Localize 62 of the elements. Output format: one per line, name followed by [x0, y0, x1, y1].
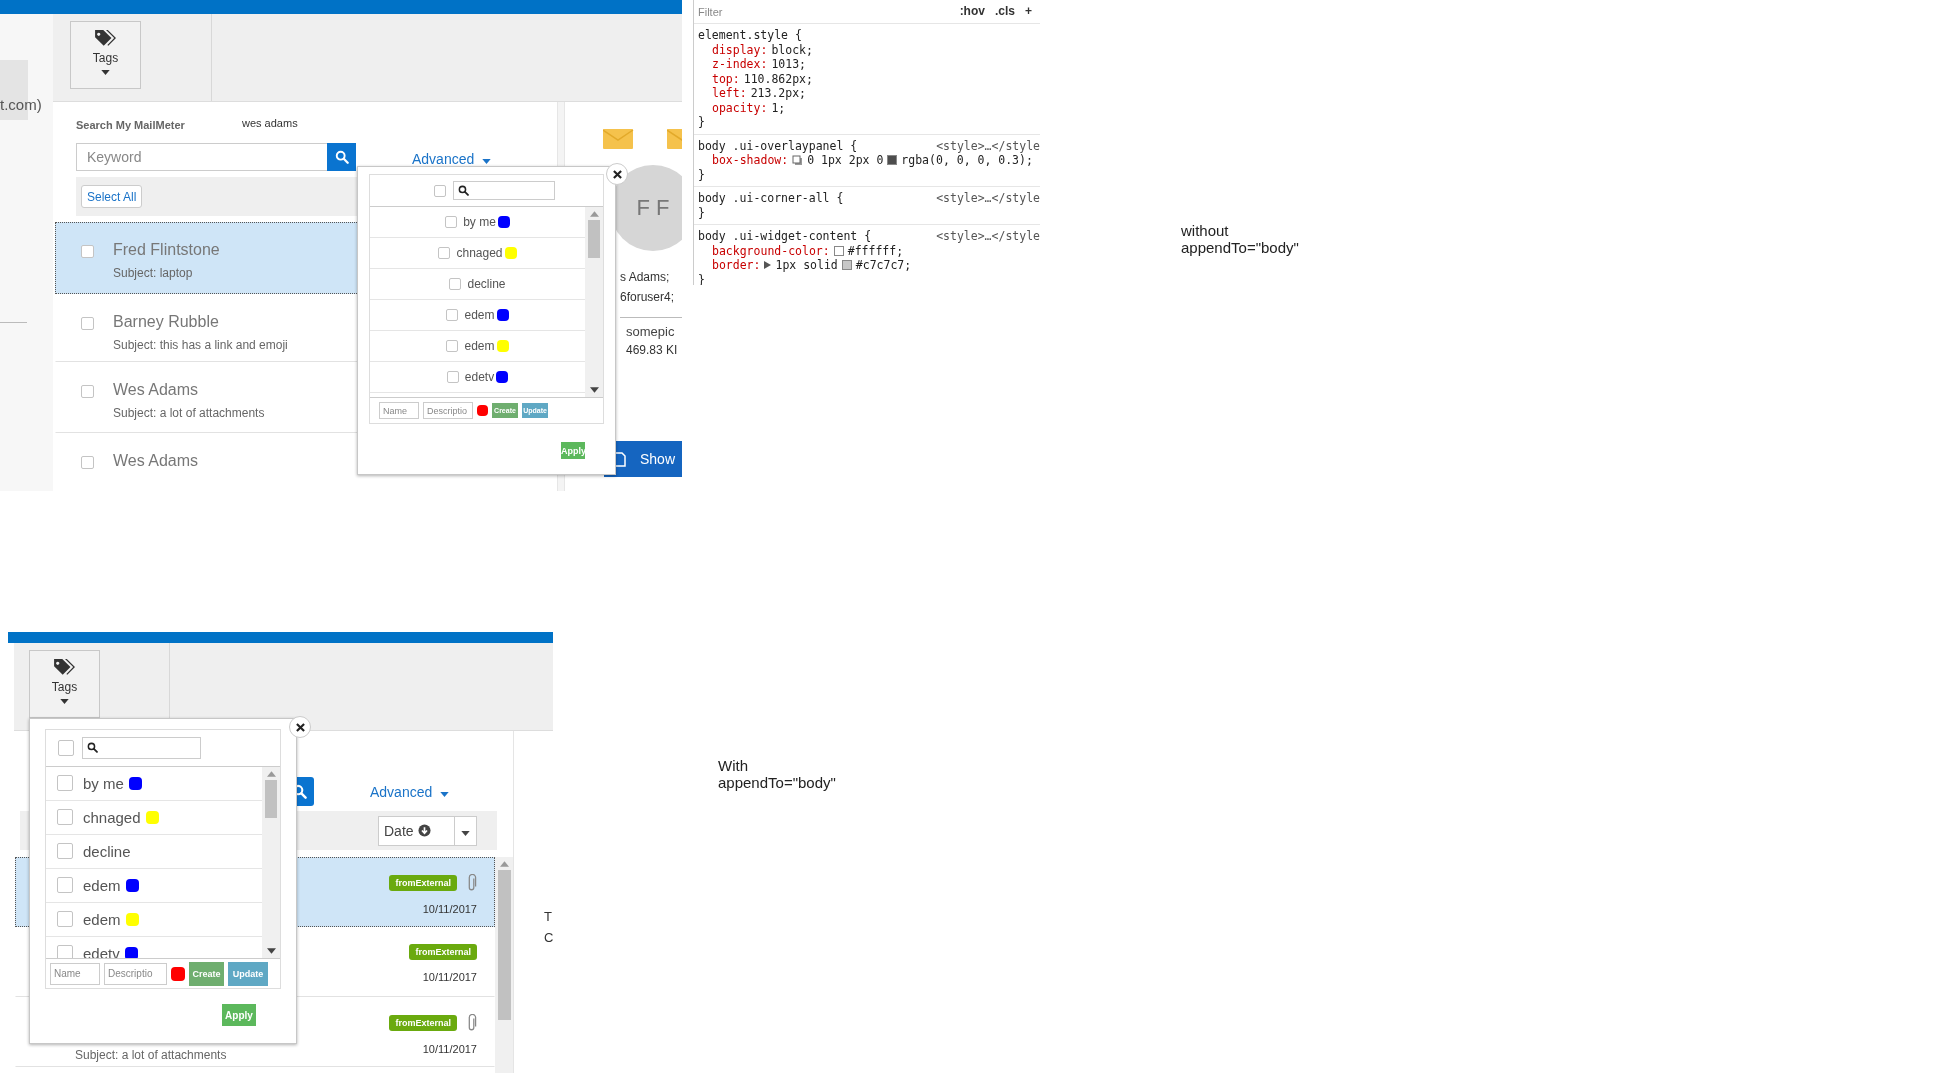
recipient-text: 6foruser4; — [620, 289, 676, 306]
recipient-text: s Adams; — [620, 269, 671, 286]
message-subject: Subject: a lot of attachments — [113, 406, 265, 420]
css-value: 1013; — [771, 57, 806, 72]
css-brace: } — [698, 115, 705, 129]
css-selector: body .ui-corner-all { — [698, 191, 844, 206]
sender-name: Barney Rubble — [113, 313, 220, 331]
annotation-text: without appendTo="body" — [1181, 222, 1299, 256]
tag-badge: fromExternal — [389, 1015, 457, 1031]
tag-label: edetv — [83, 944, 120, 959]
css-value: block; — [771, 42, 813, 57]
tag-label: edetv — [464, 370, 495, 384]
tags-label: Tags — [51, 680, 78, 694]
tag-label: edem — [83, 876, 121, 894]
css-brace: } — [698, 205, 705, 220]
css-value: #c7c7c7; — [855, 258, 912, 273]
tag-label: decline — [83, 842, 131, 860]
css-property: opacity: — [712, 100, 768, 115]
message-subject: Subject: laptop — [113, 266, 194, 280]
css-value: 213.2px; — [750, 86, 806, 101]
search-query: wes adams — [242, 117, 298, 131]
css-selector: element.style { — [698, 28, 802, 43]
tag-label: chnaged — [83, 808, 141, 826]
css-property: top: — [712, 71, 740, 86]
sender-name: Wes Adams — [113, 452, 199, 470]
tag-label: chnaged — [456, 246, 503, 260]
attachment-size: 469.83 KI — [626, 343, 679, 357]
annotation-text: With appendTo="body" — [718, 757, 836, 791]
css-brace: } — [698, 272, 705, 285]
tag-badge: fromExternal — [409, 944, 477, 960]
css-property: display: — [712, 42, 768, 57]
css-value: 0 1px 2px 0 — [807, 153, 884, 168]
css-value: 1; — [771, 100, 786, 115]
tags-label: Tags — [92, 51, 119, 65]
css-property: border: — [712, 258, 761, 273]
sender-name: Wes Adams — [113, 381, 200, 399]
css-property: z-index: — [712, 57, 768, 72]
search-title: Search My MailMeter — [76, 119, 186, 131]
message-subject: Subject: this has a link and emoji — [113, 338, 288, 352]
css-value: rgba(0, 0, 0, 0.3); — [901, 153, 1033, 168]
css-selector: body .ui-overlaypanel { — [698, 138, 858, 153]
css-property: left: — [712, 86, 747, 101]
tag-label: decline — [467, 277, 506, 291]
css-property: background-color: — [712, 243, 830, 258]
message-subject: Subject: a lot of attachments — [75, 1048, 227, 1062]
preview-text-fragment: T — [544, 908, 553, 926]
preview-text-fragment: C — [544, 929, 553, 947]
css-property: box-shadow: — [712, 153, 789, 168]
tag-label: edem — [464, 308, 495, 322]
tag-label: by me — [83, 774, 124, 792]
tag-label: edem — [83, 910, 121, 928]
tag-badge: fromExternal — [389, 875, 457, 891]
css-value: #ffffff; — [847, 243, 904, 258]
tag-label: edem — [464, 339, 495, 353]
css-value: 110.862px; — [743, 71, 813, 86]
message-date: 10/11/2017 — [422, 903, 477, 915]
css-value: 1px solid — [775, 258, 838, 273]
sender-name: Fred Flintstone — [113, 241, 220, 259]
message-date: 10/11/2017 — [422, 971, 477, 983]
message-date: 10/11/2017 — [422, 1043, 477, 1055]
css-selector: body .ui-widget-content { — [698, 229, 872, 244]
css-brace: } — [698, 167, 705, 182]
